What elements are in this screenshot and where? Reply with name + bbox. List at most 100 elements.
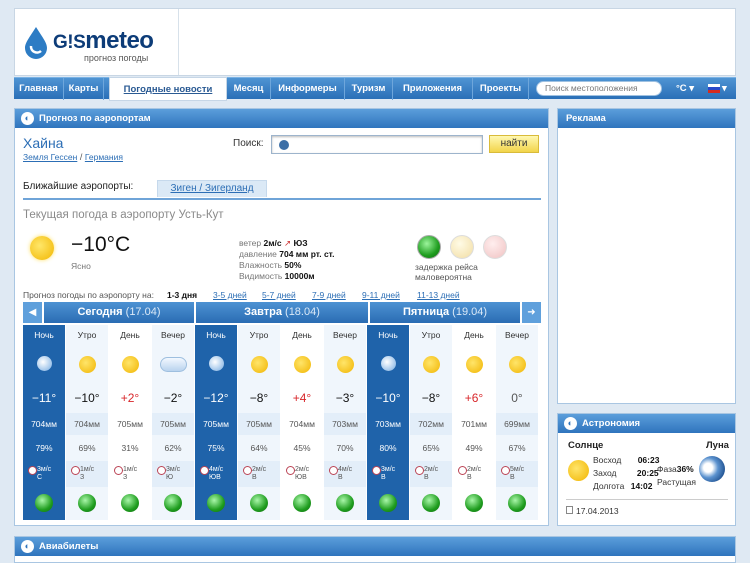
delay-indicator <box>281 489 323 519</box>
time-of-day: Ночь <box>378 330 398 340</box>
temperature: −8° <box>249 391 269 405</box>
drop-icon: ◐ <box>21 112 34 125</box>
wind: 2м/с В <box>410 461 452 487</box>
astronomy-panel: ◐ Астрономия Солнце Луна Восход 06:23 Зах… <box>557 413 736 526</box>
period-3-5[interactable]: 3-5 дней <box>213 290 247 300</box>
day-header-friday: Пятница (19.04) <box>370 302 520 323</box>
delay-status: задержка рейса маловероятна <box>415 262 478 282</box>
weather-icon-cell <box>109 347 151 383</box>
wind-direction-icon <box>415 466 424 475</box>
forecast-column: Ночь −12° 705мм 75% 4м/с ЮВ <box>195 325 237 520</box>
wind: 4м/с ЮВ <box>195 461 237 487</box>
flag-russia-icon[interactable] <box>708 84 720 93</box>
green-light-icon <box>379 494 397 512</box>
delay-indicator <box>367 489 409 519</box>
sun-icon <box>122 356 139 373</box>
temperature: −8° <box>421 391 441 405</box>
pressure: 705мм <box>238 413 280 435</box>
panel-title: ◐ Прогноз по аэропортам <box>15 109 548 128</box>
moon-icon <box>381 356 396 371</box>
day-header-tomorrow: Завтра (18.04) <box>196 302 368 323</box>
ads-title: Реклама <box>558 109 735 128</box>
nearest-airport-tab[interactable]: Зиген / Зигерланд <box>157 180 267 197</box>
humidity: 45% <box>293 443 311 453</box>
wind: 3м/с В <box>367 461 409 487</box>
humidity: 62% <box>164 443 182 453</box>
lang-dropdown[interactable]: ▾ <box>722 81 727 97</box>
time-of-day: День <box>292 330 312 340</box>
unit-dropdown[interactable]: °C ▾ <box>676 81 694 97</box>
sun-icon <box>466 356 483 373</box>
moon-icon <box>209 356 224 371</box>
prev-arrow-icon[interactable]: ◀ <box>23 302 42 323</box>
humidity: 67% <box>508 443 526 453</box>
humidity: 75% <box>207 443 225 453</box>
nav-tourism[interactable]: Туризм <box>345 78 393 100</box>
nav-month[interactable]: Месяц <box>227 78 271 100</box>
forecast-column: Вечер −2° 705мм 62% 3м/с Ю <box>152 325 194 520</box>
time-of-day: Ночь <box>34 330 54 340</box>
logo[interactable]: G!Smeteo прогноз погоды <box>15 9 179 75</box>
region-link[interactable]: Земля Гессен <box>23 152 77 162</box>
green-light-icon <box>164 494 182 512</box>
pressure: 704мм <box>289 419 315 429</box>
humidity: 65% <box>422 443 440 453</box>
forecast-column: Ночь −11° 704мм 79% 3м/с С <box>23 325 65 520</box>
forecast-column: День +6° 701мм 49% 2м/с В <box>453 325 495 520</box>
delay-indicator <box>23 489 65 519</box>
period-11-13[interactable]: 11-13 дней <box>417 290 460 300</box>
weather-icon-cell <box>410 347 452 383</box>
delay-green-light-icon <box>417 235 441 259</box>
wind: 2м/с В <box>453 461 495 487</box>
sun-icon <box>294 356 311 373</box>
delay-indicator <box>453 489 495 519</box>
nav-apps[interactable]: Приложения <box>393 78 473 100</box>
period-7-9[interactable]: 7-9 дней <box>312 290 346 300</box>
time-of-day: Вечер <box>505 330 529 340</box>
weather-icon-cell <box>281 347 323 383</box>
astronomy-date: 17.04.2013 <box>576 506 619 516</box>
airport-forecast-panel: ◐ Прогноз по аэропортам Хайна Земля Гессе… <box>14 108 549 526</box>
period-5-7[interactable]: 5-7 дней <box>262 290 296 300</box>
divider <box>566 499 728 500</box>
period-9-11[interactable]: 9-11 дней <box>362 290 400 300</box>
period-1-3[interactable]: 1-3 дня <box>167 290 197 300</box>
nav-informers[interactable]: Информеры <box>271 78 345 100</box>
weather-icon-cell <box>66 347 108 383</box>
nav-home[interactable]: Главная <box>14 78 64 100</box>
next-arrow-icon[interactable]: ➜ <box>522 302 541 323</box>
country-link[interactable]: Германия <box>85 152 123 162</box>
weather-icon-cell <box>152 347 194 383</box>
location-search-input[interactable]: Поиск местоположения <box>536 81 662 96</box>
humidity: 79% <box>35 443 53 453</box>
wind-direction-icon <box>372 466 381 475</box>
temperature: +2° <box>120 391 140 405</box>
nav-maps[interactable]: Карты <box>64 78 104 100</box>
breadcrumb: Земля Гессен / Германия <box>23 152 123 162</box>
green-light-icon <box>293 494 311 512</box>
humidity: 80% <box>379 443 397 453</box>
day-length: Долгота 14:02 <box>593 481 653 491</box>
airport-search-input[interactable] <box>271 135 483 154</box>
pressure: 704мм <box>31 419 57 429</box>
humidity: 70% <box>336 443 354 453</box>
delay-indicator <box>66 489 108 519</box>
nav-projects[interactable]: Проекты <box>473 78 529 100</box>
pressure: 699мм <box>496 413 538 435</box>
nav-weather-news[interactable]: Погодные новости <box>109 77 227 101</box>
visibility-row: Видимость 10000м <box>239 271 315 281</box>
sun-icon <box>509 356 526 373</box>
delay-indicator <box>152 489 194 519</box>
pressure: 705мм <box>117 419 143 429</box>
green-light-icon <box>336 494 354 512</box>
divider <box>23 198 541 200</box>
globe-icon <box>279 140 289 150</box>
main-nav: Главная Карты Погодные новости Месяц Инф… <box>14 77 736 101</box>
wind: 2м/с ЮВ <box>281 461 323 487</box>
temperature: +4° <box>292 391 312 405</box>
delay-red-light-icon <box>483 235 507 259</box>
pressure-row: давление 704 мм рт. ст. <box>239 249 335 259</box>
find-button[interactable]: найти <box>489 135 539 153</box>
moon-state: Растущая <box>657 477 696 487</box>
green-light-icon <box>207 494 225 512</box>
